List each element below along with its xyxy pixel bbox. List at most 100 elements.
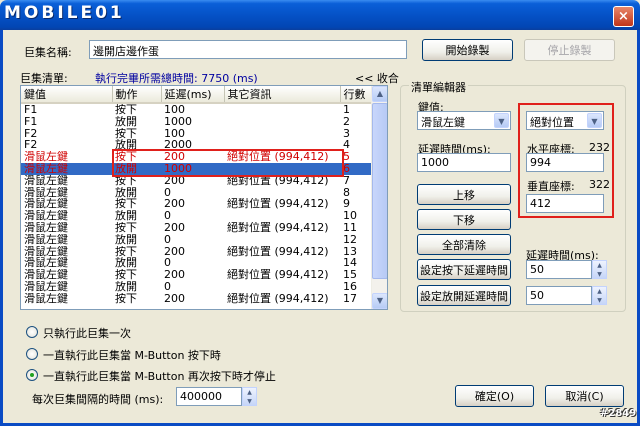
move-down-button[interactable]: 下移 — [417, 209, 511, 230]
key-select[interactable]: 滑鼠左鍵 ▼ — [417, 111, 511, 130]
interval-stepper[interactable]: ▲ ▼ — [242, 387, 257, 406]
stop-record-button[interactable]: 停止錄製 — [524, 39, 615, 61]
table-cell — [224, 210, 340, 222]
table-row[interactable]: 滑鼠左鍵 按下 200 絕對位置 (994,412) 15 — [21, 269, 373, 281]
table-cell: 按下 — [115, 127, 137, 140]
column-header-action[interactable]: 動作 — [112, 86, 162, 104]
macro-name-input[interactable]: 邊開店邊作蛋 — [89, 40, 407, 59]
run-until-pressed-label[interactable]: 一直執行此巨集當 M-Button 再次按下時才停止 — [43, 368, 276, 384]
clear-all-button[interactable]: 全部清除 — [417, 234, 511, 255]
stepper-up-icon[interactable]: ▲ — [593, 287, 606, 296]
table-cell — [224, 187, 340, 199]
table-cell — [224, 128, 340, 140]
scroll-thumb[interactable] — [372, 103, 387, 279]
table-cell: 按下 — [115, 292, 137, 305]
table-cell: F1 — [24, 103, 38, 116]
table-row[interactable]: 滑鼠左鍵 按下 200 絕對位置 (994,412) 13 — [21, 246, 373, 258]
run-once-radio[interactable] — [26, 326, 38, 338]
table-cell: 滑鼠左鍵 — [21, 162, 112, 175]
table-cell: 放開 — [115, 186, 137, 199]
table-row[interactable]: 滑鼠左鍵 按下 200 絕對位置 (994,412) 17 — [21, 293, 373, 305]
table-cell: 9 — [343, 198, 350, 211]
table-cell: F2 — [24, 127, 38, 140]
stepper-down-icon[interactable]: ▼ — [593, 270, 606, 279]
run-until-pressed-radio[interactable] — [26, 369, 38, 381]
table-row[interactable]: 滑鼠左鍵 放開 0 12 — [21, 234, 373, 246]
close-button[interactable]: × — [613, 6, 634, 27]
table-row[interactable]: 滑鼠左鍵 按下 200 絕對位置 (994,412) 9 — [21, 198, 373, 210]
table-cell: 13 — [343, 245, 357, 258]
column-header-line[interactable]: 行數 — [340, 86, 374, 104]
table-cell: 滑鼠左鍵 — [24, 198, 68, 211]
ok-button[interactable]: 確定(O) — [455, 385, 534, 407]
table-cell: 按下 — [115, 103, 137, 116]
table-cell: 滑鼠左鍵 — [24, 269, 68, 281]
table-cell: 滑鼠左鍵 — [24, 292, 68, 305]
table-row[interactable]: F1 放開 1000 2 — [21, 116, 373, 128]
macro-list[interactable]: 鍵值 動作 延遲(ms) 其它資訊 行數 F1 按下 100 1 F1 放開 1000 2 F2… — [20, 85, 388, 310]
table-row[interactable]: 滑鼠左鍵 放開 0 14 — [21, 257, 373, 269]
table-cell: 0 — [164, 233, 171, 246]
run-while-held-radio[interactable] — [26, 348, 38, 360]
stepper-down-icon[interactable]: ▼ — [243, 397, 256, 406]
column-header-key[interactable]: 鍵值 — [21, 86, 113, 104]
table-cell: 滑鼠左鍵 — [24, 151, 68, 163]
table-row[interactable]: F1 按下 100 1 — [21, 103, 373, 116]
table-cell: 放開 — [115, 233, 137, 246]
release-delay-input[interactable]: 50 — [526, 286, 592, 305]
table-cell: 200 — [164, 269, 185, 281]
table-cell: 17 — [343, 292, 357, 305]
scroll-down-icon[interactable]: ▼ — [372, 293, 387, 309]
stepper-up-icon[interactable]: ▲ — [243, 388, 256, 397]
table-cell: 絕對位置 (994,412) — [227, 198, 329, 211]
press-delay-input[interactable]: 50 — [526, 260, 592, 279]
table-row[interactable]: 滑鼠左鍵 按下 200 絕對位置 (994,412) 11 — [21, 222, 373, 234]
start-record-button[interactable]: 開始錄製 — [422, 39, 513, 61]
move-up-button[interactable]: 上移 — [417, 184, 511, 205]
scroll-up-icon[interactable]: ▲ — [372, 86, 387, 102]
set-press-delay-button[interactable]: 設定按下延遲時間 — [417, 259, 511, 280]
list-scrollbar[interactable]: ▲ ▼ — [371, 86, 387, 309]
delay-input[interactable]: 1000 — [417, 153, 511, 172]
table-cell: 滑鼠左鍵 — [24, 233, 68, 246]
run-once-label[interactable]: 只執行此巨集一次 — [43, 325, 131, 341]
table-cell — [224, 116, 340, 128]
column-header-delay[interactable]: 延遲(ms) — [161, 86, 225, 104]
table-cell: 滑鼠左鍵 — [24, 280, 68, 293]
table-cell: 14 — [343, 257, 357, 270]
stepper-up-icon[interactable]: ▲ — [593, 261, 606, 270]
table-row[interactable]: 滑鼠左鍵 放開 0 16 — [21, 281, 373, 293]
table-cell: 2 — [343, 115, 350, 128]
set-release-delay-button[interactable]: 設定放開延遲時間 — [417, 285, 511, 306]
stepper-down-icon[interactable]: ▼ — [593, 296, 606, 305]
table-row[interactable]: 滑鼠左鍵 放開 0 8 — [21, 187, 373, 199]
table-cell: 0 — [164, 280, 171, 293]
table-cell: 絕對位置 (994,412) — [227, 245, 329, 258]
table-cell: 按下 — [115, 221, 137, 234]
cancel-button[interactable]: 取消(C) — [545, 385, 624, 407]
press-delay-stepper[interactable]: ▲ ▼ — [592, 260, 607, 279]
table-cell: 滑鼠左鍵 — [24, 257, 68, 270]
table-cell: 按下 — [115, 245, 137, 258]
table-row[interactable]: 滑鼠左鍵 放開 0 10 — [21, 210, 373, 222]
app-logo: MOBILE01 — [4, 3, 125, 23]
table-cell: 按下 — [115, 269, 137, 281]
interval-input[interactable]: 400000 — [176, 387, 242, 406]
release-delay-stepper[interactable]: ▲ ▼ — [592, 286, 607, 305]
highlight-box-row — [112, 149, 344, 177]
table-cell: 8 — [343, 186, 350, 199]
table-cell: 絕對位置 (994,412) — [227, 221, 329, 234]
table-cell: 12 — [343, 233, 357, 246]
table-cell: 0 — [164, 257, 171, 270]
chevron-down-icon[interactable]: ▼ — [494, 113, 509, 128]
collapse-link[interactable]: << 收合 — [355, 70, 399, 86]
table-cell: 絕對位置 (994,412) — [227, 292, 329, 305]
table-cell: 1000 — [164, 115, 192, 128]
column-header-info[interactable]: 其它資訊 — [224, 86, 341, 104]
table-cell — [224, 281, 340, 293]
run-while-held-label[interactable]: 一直執行此巨集當 M-Button 按下時 — [43, 347, 221, 363]
table-row[interactable]: F2 按下 100 3 — [21, 128, 373, 140]
table-cell: 滑鼠左鍵 — [24, 186, 68, 199]
table-cell: 7 — [343, 174, 350, 187]
macro-table-header: 鍵值 動作 延遲(ms) 其它資訊 行數 — [21, 86, 374, 104]
